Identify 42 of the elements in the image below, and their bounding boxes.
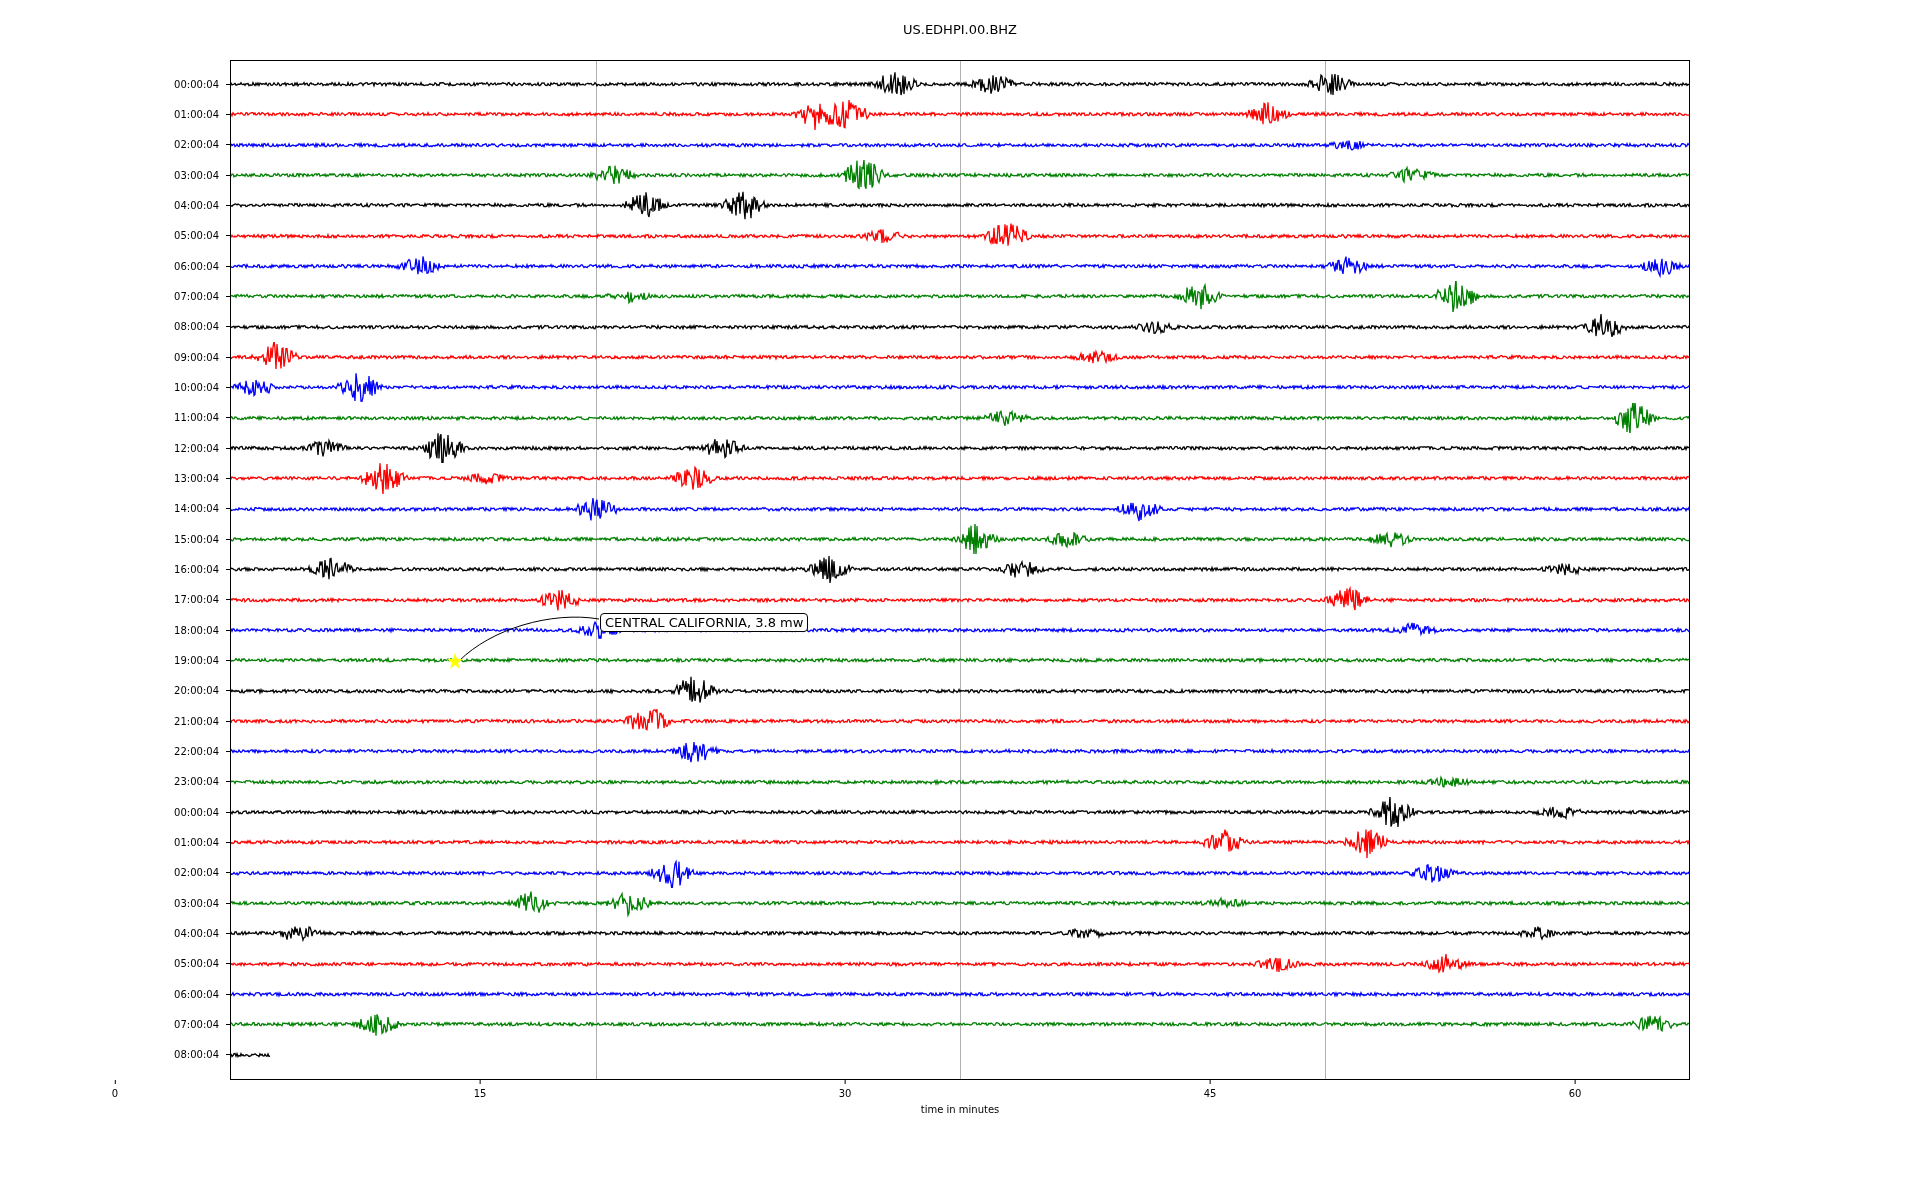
- time-label: 05:00:04: [174, 958, 219, 970]
- axis-tick-label: 60: [1568, 1088, 1582, 1099]
- time-label: 07:00:04: [174, 1018, 219, 1030]
- time-label: 01:00:04: [174, 836, 219, 848]
- time-label: 13:00:04: [174, 472, 219, 484]
- time-label: 23:00:04: [174, 776, 219, 788]
- time-label: 00:00:04: [174, 78, 219, 90]
- time-label: 03:00:04: [174, 897, 219, 909]
- time-label: 11:00:04: [174, 412, 219, 424]
- time-label: 01:00:04: [174, 109, 219, 120]
- time-label: 15:00:04: [174, 533, 219, 545]
- axis-tick-label: 45: [1203, 1088, 1217, 1099]
- time-label: 05:00:04: [174, 230, 219, 242]
- time-label: 04:00:04: [174, 927, 219, 939]
- time-label: 19:00:04: [174, 654, 219, 666]
- time-label: 02:00:04: [174, 867, 219, 879]
- time-label: 06:00:04: [174, 988, 219, 1000]
- time-label: 18:00:04: [174, 624, 219, 636]
- time-label: 16:00:04: [174, 563, 219, 575]
- time-label: 20:00:04: [174, 685, 219, 697]
- time-label: 14:00:04: [174, 503, 219, 515]
- time-label: 02:00:04: [174, 139, 219, 151]
- time-label: 07:00:04: [174, 290, 219, 302]
- time-label: 17:00:04: [174, 594, 219, 606]
- axis-tick-label: 30: [838, 1088, 852, 1099]
- plot-title: US.EDHPI.00.BHZ: [903, 21, 1017, 39]
- star-icon: [447, 653, 463, 669]
- time-label: 21:00:04: [174, 715, 219, 727]
- axis-tick-label: 0: [111, 1088, 119, 1099]
- time-label: 10:00:04: [174, 381, 219, 393]
- time-label: 04:00:04: [174, 199, 219, 211]
- time-label: 22:00:04: [174, 745, 219, 757]
- time-label: 12:00:04: [174, 442, 219, 454]
- event-label: CENTRAL CALIFORNIA, 3.8 mw: [600, 613, 809, 632]
- time-label: 08:00:04: [174, 1049, 219, 1061]
- time-label: 08:00:04: [174, 321, 219, 333]
- time-label: 09:00:04: [174, 351, 219, 363]
- axis-label: time in minutes: [920, 1104, 1000, 1115]
- axis-tick-label: 15: [473, 1088, 487, 1099]
- time-label: 00:00:04: [174, 806, 219, 818]
- time-label: 03:00:04: [174, 169, 219, 181]
- time-label: 06:00:04: [174, 260, 219, 272]
